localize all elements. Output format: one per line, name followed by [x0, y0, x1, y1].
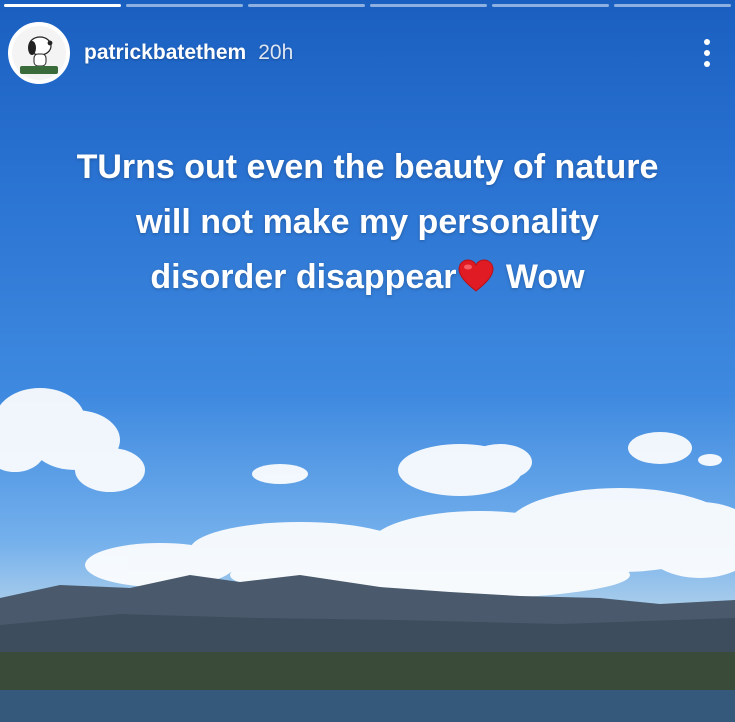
progress-segment — [492, 4, 609, 7]
username[interactable]: patrickbatethem — [84, 41, 246, 65]
caption-line-3: disorder disappear Wow — [0, 250, 735, 305]
progress-segment — [614, 4, 731, 7]
avatar[interactable] — [8, 22, 70, 84]
story-progress-bar — [4, 4, 731, 7]
caption-line-2: will not make my personality — [136, 203, 599, 241]
red-heart-icon — [458, 259, 494, 292]
story-header: patrickbatethem 20h — [8, 22, 719, 84]
progress-segment — [248, 4, 365, 7]
progress-segment — [126, 4, 243, 7]
landscape-photo — [0, 388, 735, 722]
caption-line-3-start: disorder disappear — [150, 258, 457, 296]
caption-line-1: TUrns out even the beauty of nature — [76, 148, 659, 186]
progress-segment — [370, 4, 487, 7]
snoopy-avatar-icon — [12, 26, 66, 80]
story-viewer[interactable]: patrickbatethem 20h TUrns out even the b… — [0, 0, 735, 722]
more-vertical-icon[interactable] — [695, 33, 719, 73]
caption-line-3-end: Wow — [505, 258, 585, 296]
post-time: 20h — [258, 41, 294, 64]
story-caption: TUrns out even the beauty of nature will… — [0, 140, 735, 305]
progress-segment — [4, 4, 121, 7]
